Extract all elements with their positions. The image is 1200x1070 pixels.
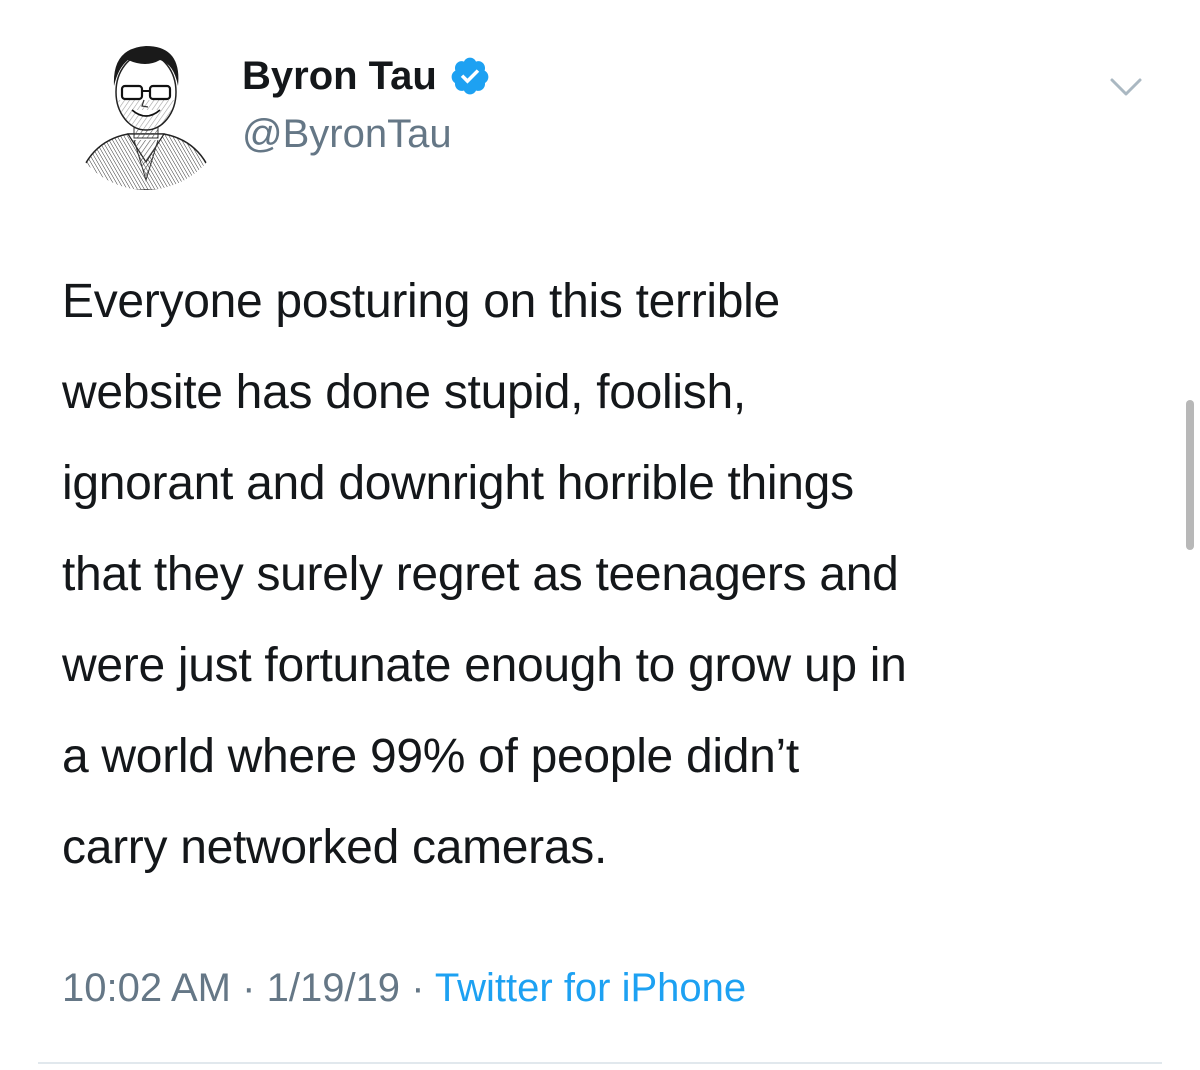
meta-separator: · [411,966,425,1010]
author-handle[interactable]: @ByronTau [242,108,452,160]
tweet-text: Everyone posturing on this terrible webs… [62,275,907,874]
tweet-metadata: 10:02 AM · 1/19/19 · Twitter for iPhone [62,960,746,1016]
scrollbar[interactable] [1186,400,1194,550]
author-name-row[interactable]: Byron Tau [242,50,491,102]
tweet-time[interactable]: 10:02 AM [62,966,231,1010]
tweet-source-link[interactable]: Twitter for iPhone [435,966,746,1010]
avatar-illustration [66,30,226,190]
avatar[interactable] [66,30,226,190]
tweet-date[interactable]: 1/19/19 [267,966,400,1010]
tweet-card: Byron Tau @ByronTau Everyone posturing o… [0,0,1200,1070]
chevron-down-icon[interactable] [1102,62,1150,110]
divider [38,1062,1162,1064]
author-display-name[interactable]: Byron Tau [242,50,437,102]
meta-separator: · [242,966,256,1010]
verified-badge-icon [449,55,491,97]
